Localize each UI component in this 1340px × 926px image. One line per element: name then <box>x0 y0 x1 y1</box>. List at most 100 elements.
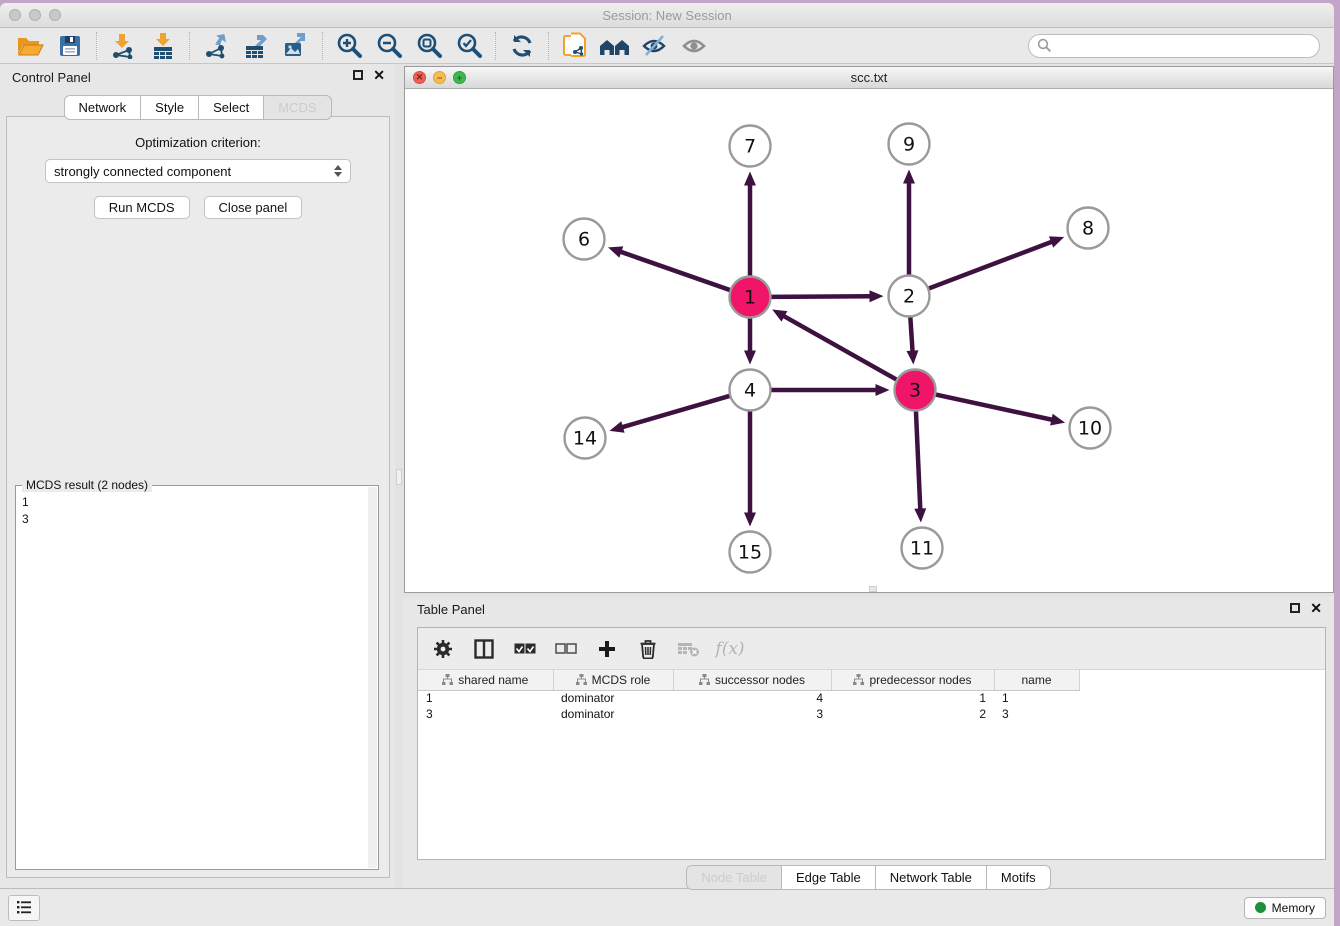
graph-edge-1-2[interactable] <box>769 296 872 297</box>
table-cell[interactable]: 1 <box>994 690 1079 706</box>
import-table-button[interactable] <box>143 30 183 62</box>
close-panel-icon[interactable]: ✕ <box>373 70 385 80</box>
close-panel-button[interactable]: Close panel <box>204 196 303 219</box>
graph-edge-3-1[interactable] <box>782 315 898 381</box>
table-cell[interactable]: dominator <box>553 690 673 706</box>
tab-network-table[interactable]: Network Table <box>875 865 986 890</box>
frame-minimize-button[interactable]: − <box>433 71 446 84</box>
zoom-out-button[interactable] <box>369 30 409 62</box>
graph-node-label-4: 4 <box>744 380 756 402</box>
graph-node-label-14: 14 <box>573 428 597 450</box>
tab-node-table[interactable]: Node Table <box>686 865 781 890</box>
graph-edge-1-6[interactable] <box>618 251 731 291</box>
network-graph[interactable]: 7968124314101511 <box>405 89 1333 592</box>
frame-close-button[interactable]: ✕ <box>413 71 426 84</box>
export-network-button[interactable] <box>196 30 236 62</box>
first-neighbors-button[interactable] <box>595 30 635 62</box>
table-row[interactable]: 3 dominator 3 2 3 <box>418 706 1079 722</box>
search-input[interactable] <box>1052 39 1311 53</box>
save-session-button[interactable] <box>50 30 90 62</box>
column-type-icon <box>853 674 864 685</box>
minimize-window-button[interactable] <box>29 9 41 21</box>
result-scrollbar[interactable] <box>368 487 377 868</box>
graph-edge-arrowhead-4-14 <box>609 421 624 433</box>
vertical-splitter[interactable] <box>395 64 403 888</box>
select-all-button[interactable] <box>512 636 538 662</box>
show-all-button[interactable] <box>675 30 715 62</box>
zoom-fit-button[interactable] <box>409 30 449 62</box>
float-panel-icon[interactable] <box>353 70 363 80</box>
column-type-icon <box>442 674 453 685</box>
export-table-button[interactable] <box>236 30 276 62</box>
tab-style[interactable]: Style <box>140 95 198 120</box>
export-image-button[interactable] <box>276 30 316 62</box>
function-builder-button[interactable]: f(x) <box>717 636 743 662</box>
graph-edge-4-14[interactable] <box>620 395 731 427</box>
table-cell[interactable]: 1 <box>418 690 553 706</box>
network-window-title: scc.txt <box>405 67 1333 88</box>
criterion-value: strongly connected component <box>54 164 231 179</box>
tab-motifs[interactable]: Motifs <box>986 865 1051 890</box>
deselect-all-button[interactable] <box>553 636 579 662</box>
network-canvas[interactable]: 7968124314101511 <box>405 89 1333 592</box>
memory-button[interactable]: Memory <box>1244 897 1326 919</box>
tab-mcds[interactable]: MCDS <box>263 95 331 120</box>
zoom-in-button[interactable] <box>329 30 369 62</box>
float-table-panel-icon[interactable] <box>1290 603 1300 613</box>
zoom-selected-button[interactable] <box>449 30 489 62</box>
delete-row-button[interactable] <box>635 636 661 662</box>
houses-icon <box>598 34 632 58</box>
table-options-button[interactable] <box>430 636 456 662</box>
column-header-successor-nodes[interactable]: successor nodes <box>673 670 831 690</box>
table-cell[interactable]: 3 <box>418 706 553 722</box>
control-panel-tabs: Network Style Select MCDS <box>63 95 331 120</box>
clone-network-button[interactable] <box>555 30 595 62</box>
graph-edge-3-10[interactable] <box>934 394 1054 420</box>
search-icon <box>1037 38 1052 53</box>
graph-edge-2-8[interactable] <box>927 241 1054 289</box>
memory-label: Memory <box>1272 901 1315 915</box>
table-cell[interactable]: 3 <box>673 706 831 722</box>
graph-edge-2-3[interactable] <box>910 315 912 353</box>
run-mcds-button[interactable]: Run MCDS <box>94 196 190 219</box>
horizontal-splitter-grip[interactable] <box>869 586 877 592</box>
zoom-window-button[interactable] <box>49 9 61 21</box>
column-header-mcds-role[interactable]: MCDS role <box>553 670 673 690</box>
tab-network[interactable]: Network <box>63 95 140 120</box>
hide-selected-button[interactable] <box>635 30 675 62</box>
main-toolbar <box>0 28 1334 64</box>
open-folder-icon <box>16 34 44 58</box>
frame-maximize-button[interactable]: + <box>453 71 466 84</box>
toolbar-separator <box>189 32 190 60</box>
table-cell[interactable]: 3 <box>994 706 1079 722</box>
tab-edge-table[interactable]: Edge Table <box>781 865 875 890</box>
import-network-button[interactable] <box>103 30 143 62</box>
graph-edge-3-11[interactable] <box>916 409 921 511</box>
show-columns-button[interactable] <box>471 636 497 662</box>
table-cell[interactable]: 2 <box>831 706 994 722</box>
criterion-dropdown[interactable]: strongly connected component <box>45 159 351 183</box>
column-header-shared-name[interactable]: shared name <box>418 670 553 690</box>
add-row-button[interactable] <box>594 636 620 662</box>
search-field[interactable] <box>1028 34 1320 58</box>
column-type-icon <box>699 674 710 685</box>
table-cell[interactable]: 1 <box>831 690 994 706</box>
close-table-panel-icon[interactable]: ✕ <box>1310 603 1322 613</box>
column-header-predecessor-nodes[interactable]: predecessor nodes <box>831 670 994 690</box>
graph-edge-arrowhead-1-7 <box>744 172 756 186</box>
splitter-grip[interactable] <box>396 469 402 485</box>
delete-columns-button[interactable] <box>676 636 702 662</box>
mcds-tab-content: Optimization criterion: strongly connect… <box>6 116 390 878</box>
network-window-titlebar[interactable]: ✕ − + scc.txt <box>405 67 1333 89</box>
table-cell[interactable]: 4 <box>673 690 831 706</box>
refresh-icon <box>509 33 535 59</box>
close-window-button[interactable] <box>9 9 21 21</box>
column-header-name[interactable]: name <box>994 670 1079 690</box>
graph-edge-arrowhead-4-3 <box>876 384 890 396</box>
tab-select[interactable]: Select <box>198 95 263 120</box>
table-row[interactable]: 1 dominator 4 1 1 <box>418 690 1079 706</box>
open-session-button[interactable] <box>10 30 50 62</box>
table-cell[interactable]: dominator <box>553 706 673 722</box>
task-history-button[interactable] <box>8 895 40 921</box>
refresh-view-button[interactable] <box>502 30 542 62</box>
